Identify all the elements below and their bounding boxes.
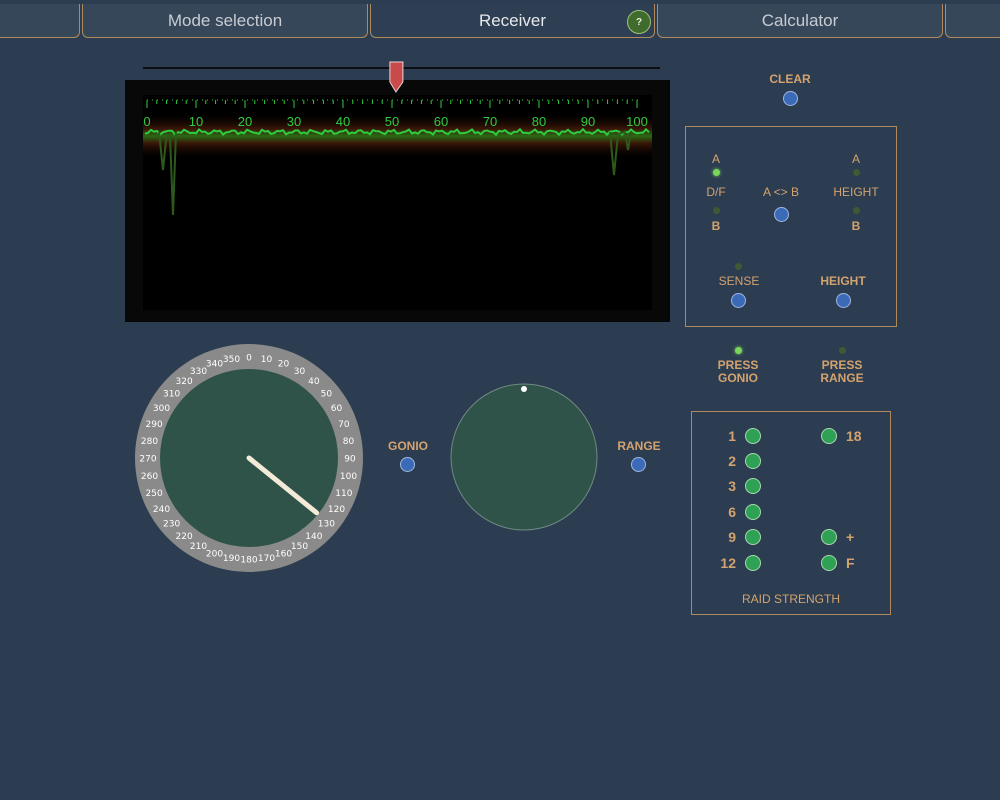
scope-scale-label: 0 xyxy=(143,114,150,129)
gonio-dial-label: 250 xyxy=(146,489,163,499)
raid-plus-label: + xyxy=(846,529,855,545)
df-a-label: A xyxy=(711,152,720,166)
scope-scale-label: 30 xyxy=(287,114,301,129)
gonio-dial-label: 280 xyxy=(141,437,158,447)
raid-12-label: 12 xyxy=(720,555,736,571)
scope-scale-label: 70 xyxy=(483,114,497,129)
raid-18-label: 18 xyxy=(846,428,862,444)
range-knob-face xyxy=(450,383,598,531)
gonio-dial-label: 270 xyxy=(139,455,156,465)
df-b-label: B xyxy=(711,219,721,233)
gonio-dial-label: 220 xyxy=(176,532,193,542)
raid-1-button[interactable] xyxy=(745,428,761,444)
raid-strength-title: RAID STRENGTH xyxy=(741,592,840,606)
gonio-dial-label: 260 xyxy=(141,472,158,482)
clear-button[interactable] xyxy=(783,91,798,106)
gonio-dial-label: 230 xyxy=(163,519,180,529)
scope-scale-label: 20 xyxy=(238,114,252,129)
raid-f-label: F xyxy=(846,555,855,571)
gonio-dial-label: 140 xyxy=(305,532,322,542)
raid-6-button[interactable] xyxy=(745,504,761,520)
gonio-dial-label: 290 xyxy=(146,420,163,430)
gonio-dial-label: 160 xyxy=(275,549,292,559)
gonio-dial-label: 110 xyxy=(335,489,352,499)
raid-3-label: 3 xyxy=(728,478,736,494)
scope-scale-label: 80 xyxy=(532,114,546,129)
gonio-dial-label: 200 xyxy=(206,549,223,559)
sense-led xyxy=(735,263,742,270)
gonio-dial-label: 330 xyxy=(190,367,207,377)
df-a-led xyxy=(713,169,720,176)
swap-label: A <> B xyxy=(762,185,800,199)
scope-scale-label: 90 xyxy=(581,114,595,129)
press-range-label: PRESS RANGE xyxy=(820,358,864,385)
swap-button[interactable] xyxy=(774,207,789,222)
gonio-dial-label: 10 xyxy=(261,355,273,365)
df-height-panel: A D/F B A <> B A HEIGHT B SENSE HEIGHT xyxy=(685,126,897,327)
raid-18-button[interactable] xyxy=(821,428,837,444)
range-knob-indicator xyxy=(521,386,527,392)
scope-scale-label: 100 xyxy=(626,114,648,129)
gonio-dial[interactable]: 0 10 20 304050 60 70 80 90 100 110 120 130 140150160… xyxy=(129,338,369,578)
raid-f-button[interactable] xyxy=(821,555,837,571)
range-label: RANGE xyxy=(617,439,661,453)
height-button[interactable] xyxy=(836,293,851,308)
gonio-dial-label: 60 xyxy=(331,404,343,414)
raid-2-label: 2 xyxy=(728,453,736,469)
gonio-dial-label: 30 xyxy=(294,367,306,377)
gonio-dial-label: 40 xyxy=(308,377,320,387)
height-button-label: HEIGHT xyxy=(820,274,866,288)
gonio-dial-label: 210 xyxy=(190,542,207,552)
height-b-led xyxy=(853,207,860,214)
gonio-dial-label: 240 xyxy=(153,505,170,515)
gonio-dial-label: 150 xyxy=(291,542,308,552)
gonio-dial-label: 0 xyxy=(246,354,252,364)
gonio-dial-label: 350 xyxy=(223,355,240,365)
raid-9-button[interactable] xyxy=(745,529,761,545)
raid-2-button[interactable] xyxy=(745,453,761,469)
gonio-dial-label: 50 xyxy=(321,390,333,400)
gonio-label: GONIO xyxy=(387,439,428,453)
gonio-dial-label: 320 xyxy=(176,377,193,387)
height-mode-label: HEIGHT xyxy=(833,185,879,199)
clear-label: CLEAR xyxy=(769,72,811,86)
gonio-dial-label: 120 xyxy=(328,505,345,515)
raid-strength-panel: 1 2 3 6 9 12 18 + F RAID STRENGTH xyxy=(691,411,891,615)
press-gonio-label: PRESS GONIO xyxy=(717,358,759,385)
scope-scale-label: 40 xyxy=(336,114,350,129)
raid-9-label: 9 xyxy=(728,529,736,545)
raid-12-button[interactable] xyxy=(745,555,761,571)
sense-button[interactable] xyxy=(731,293,746,308)
press-range-led xyxy=(839,347,846,354)
gonio-dial-label: 180 xyxy=(240,556,257,566)
range-button[interactable] xyxy=(631,457,646,472)
gonio-dial-label: 100 xyxy=(340,472,357,482)
raid-6-label: 6 xyxy=(728,504,736,520)
scope-scale-label: 50 xyxy=(385,114,399,129)
gonio-dial-label: 310 xyxy=(163,390,180,400)
height-a-label: A xyxy=(851,152,860,166)
gonio-dial-label: 90 xyxy=(344,455,356,465)
press-gonio-led xyxy=(735,347,742,354)
raid-1-label: 1 xyxy=(728,428,736,444)
range-knob[interactable] xyxy=(449,382,599,532)
gonio-dial-label: 130 xyxy=(318,519,335,529)
gonio-button[interactable] xyxy=(400,457,415,472)
gonio-dial-label: 170 xyxy=(258,554,275,564)
gonio-dial-label: 190 xyxy=(223,554,240,564)
raid-3-button[interactable] xyxy=(745,478,761,494)
gonio-dial-label: 20 xyxy=(278,360,290,370)
scope-scale-label: 10 xyxy=(189,114,203,129)
df-label: D/F xyxy=(706,185,726,199)
height-b-label: B xyxy=(851,219,861,233)
height-a-led xyxy=(853,169,860,176)
gonio-dial-label: 300 xyxy=(153,404,170,414)
gonio-dial-label: 80 xyxy=(343,437,355,447)
raid-plus-button[interactable] xyxy=(821,529,837,545)
scope-scale-label: 60 xyxy=(434,114,448,129)
gonio-dial-label: 340 xyxy=(206,360,223,370)
gonio-dial-label: 70 xyxy=(338,420,350,430)
sense-label: SENSE xyxy=(718,274,760,288)
df-b-led xyxy=(713,207,720,214)
